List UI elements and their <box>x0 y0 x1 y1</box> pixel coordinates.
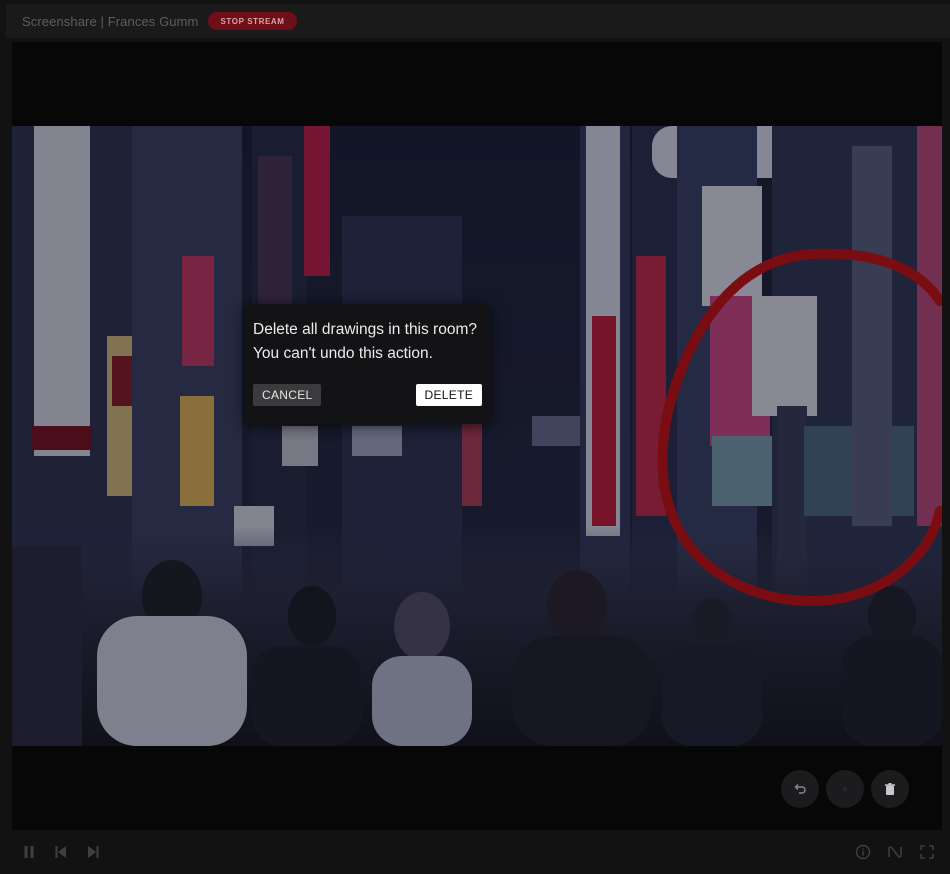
drawing-annotation-stroke <box>657 248 942 607</box>
delete-drawings-button[interactable] <box>871 770 909 808</box>
previous-button[interactable] <box>51 842 71 862</box>
fullscreen-icon <box>920 845 934 859</box>
trash-icon <box>885 783 895 795</box>
top-bar: Screenshare | Frances Gumm STOP STREAM <box>6 4 950 38</box>
undo-icon <box>794 784 806 794</box>
annotate-icon <box>888 846 902 858</box>
stream-title: Screenshare | Frances Gumm <box>22 13 199 29</box>
delete-button[interactable]: DELETE <box>415 384 482 406</box>
delete-drawings-dialog: Delete all drawings in this room? You ca… <box>245 304 490 424</box>
stop-stream-button[interactable]: STOP STREAM <box>208 12 297 30</box>
shared-screen-image <box>12 126 942 746</box>
playback-bar <box>0 832 950 874</box>
next-button[interactable] <box>83 842 103 862</box>
fullscreen-button[interactable] <box>917 842 937 862</box>
pause-icon <box>24 846 34 858</box>
info-icon <box>855 844 871 860</box>
pause-button[interactable] <box>19 842 39 862</box>
color-icon <box>843 787 847 791</box>
annotate-button[interactable] <box>885 842 905 862</box>
dialog-actions: CANCEL DELETE <box>253 384 482 406</box>
dialog-line-question: Delete all drawings in this room? <box>253 321 477 338</box>
cancel-button[interactable]: CANCEL <box>253 384 322 406</box>
stream-stage <box>12 42 942 830</box>
prev-icon <box>55 846 66 858</box>
next-icon <box>88 846 99 858</box>
dialog-message: Delete all drawings in this room? You ca… <box>253 318 482 366</box>
color-picker-button[interactable] <box>826 770 864 808</box>
info-button[interactable] <box>853 842 873 862</box>
screenshare-app: Screenshare | Frances Gumm STOP STREAM D… <box>0 0 950 874</box>
dialog-line-warning: You can't undo this action. <box>253 345 433 362</box>
undo-drawing-button[interactable] <box>781 770 819 808</box>
